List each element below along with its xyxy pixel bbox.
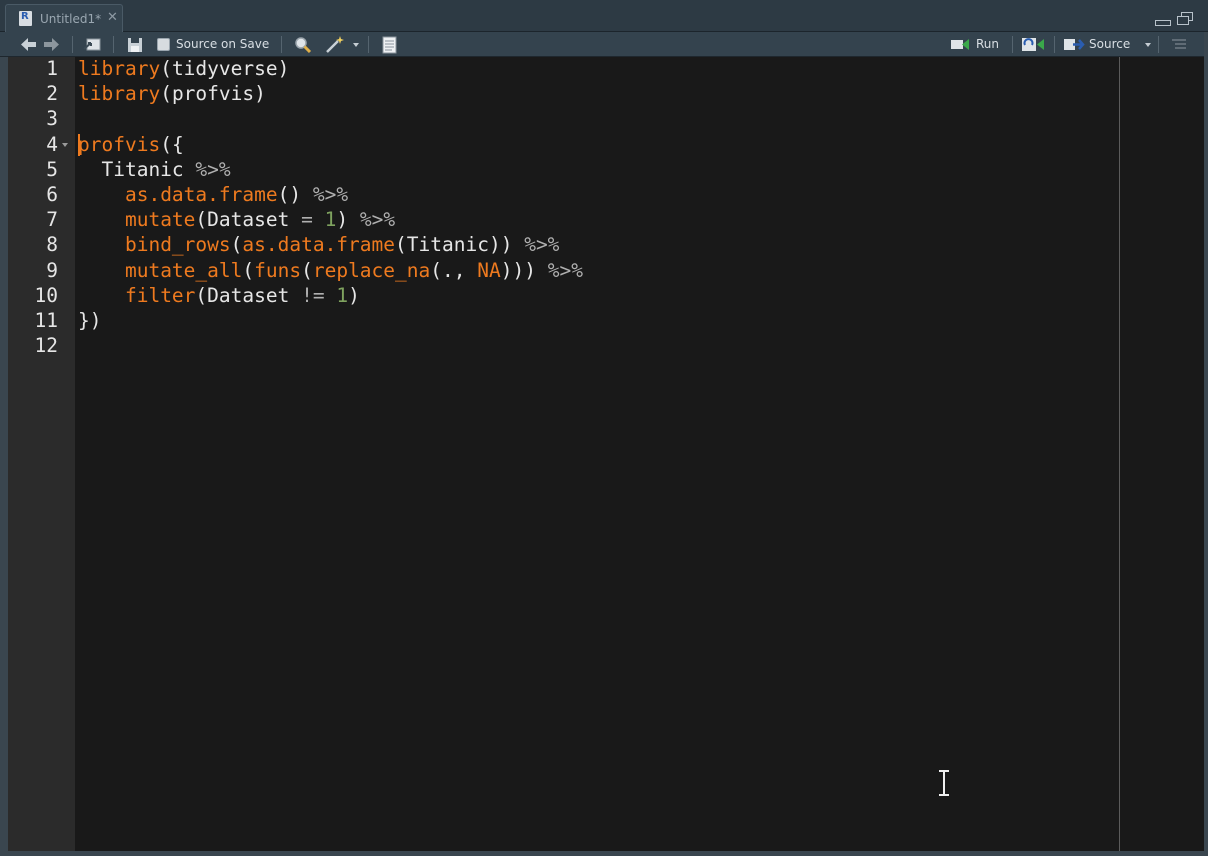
ibeam-cursor-icon [939,770,949,796]
toolbar-divider [368,36,369,53]
save-icon[interactable] [126,35,144,54]
run-icon[interactable] [950,35,972,54]
back-arrow-icon[interactable] [19,35,38,54]
source-icon[interactable] [1063,35,1085,54]
line-number: 3 [46,107,58,130]
code-line[interactable]: bind_rows(as.data.frame(Titanic)) %>% [78,233,559,256]
code-line[interactable]: mutate(Dataset = 1) %>% [78,208,395,231]
run-button[interactable]: Run [976,37,999,51]
pane-bottom-edge [0,851,1208,856]
forward-arrow-icon[interactable] [42,35,61,54]
chevron-down-icon[interactable] [353,43,359,47]
toolbar-divider [1158,36,1159,53]
fold-arrow-icon[interactable] [62,143,68,147]
magic-wand-icon[interactable] [324,35,348,54]
toolbar-divider [1054,36,1055,53]
line-number: 10 [34,284,58,307]
line-number: 5 [46,158,58,181]
text-cursor [78,134,80,156]
line-number: 1 [46,57,58,80]
source-on-save-checkbox[interactable] [157,38,170,51]
toolbar-divider [72,36,73,53]
tab-bar: Untitled1* ✕ [0,0,1208,32]
line-number: 2 [46,82,58,105]
code-line[interactable]: as.data.frame() %>% [78,183,348,206]
line-number: 12 [34,334,58,357]
toolbar-divider [1012,36,1013,53]
line-number: 11 [34,309,58,332]
code-line[interactable]: library(tidyverse) [78,57,289,80]
code-line[interactable]: mutate_all(funs(replace_na(., NA))) %>% [78,259,583,282]
rerun-icon[interactable] [1021,35,1045,54]
pane-right-edge [1204,32,1208,856]
line-number: 7 [46,208,58,231]
source-on-save-label[interactable]: Source on Save [176,37,269,51]
code-editor[interactable] [75,57,1204,851]
print-margin-line [1119,57,1120,851]
line-number: 9 [46,259,58,282]
minimize-pane-icon[interactable] [1155,20,1171,26]
line-number: 4 [46,133,58,156]
chevron-down-icon[interactable] [1145,43,1151,47]
tab-untitled1[interactable]: Untitled1* ✕ [5,4,123,32]
source-button[interactable]: Source [1089,37,1130,51]
code-line[interactable]: Titanic %>% [78,158,230,181]
code-line[interactable]: }) [78,309,102,332]
close-icon[interactable]: ✕ [107,10,118,25]
r-file-icon [19,11,32,26]
line-number: 8 [46,233,58,256]
editor-toolbar: Source on Save Run Source [0,32,1208,57]
show-in-window-icon[interactable] [82,35,102,54]
tab-title: Untitled1* [40,12,102,26]
compile-report-icon[interactable] [380,35,398,54]
search-icon[interactable] [293,35,313,54]
toolbar-divider [281,36,282,53]
document-outline-icon[interactable] [1170,35,1188,54]
pane-left-edge [0,57,8,851]
code-line[interactable]: filter(Dataset != 1) [78,284,360,307]
toolbar-divider [113,36,114,53]
maximize-pane-icon[interactable] [1177,12,1193,25]
code-line[interactable]: library(profvis) [78,82,266,105]
code-line[interactable]: profvis({ [78,133,184,156]
line-number: 6 [46,183,58,206]
